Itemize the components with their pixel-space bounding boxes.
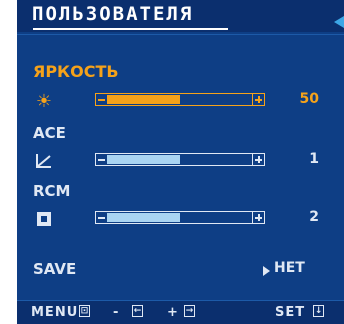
ace-curve-icon bbox=[33, 150, 55, 172]
plus-label: + bbox=[167, 305, 179, 320]
play-arrow-icon bbox=[263, 266, 270, 276]
rcm-square-icon bbox=[33, 208, 55, 230]
brightness-slider[interactable] bbox=[95, 93, 265, 109]
slider-increase-icon[interactable] bbox=[252, 211, 265, 224]
page-title: ПОЛЬЗОВАТЕЛЯ bbox=[32, 3, 194, 25]
rcm-value: 2 bbox=[309, 209, 319, 225]
ace-value: 1 bbox=[309, 151, 319, 167]
ace-label[interactable]: ACE bbox=[33, 124, 66, 142]
sun-icon: ☀ bbox=[35, 90, 53, 112]
slider-track[interactable] bbox=[107, 93, 253, 106]
brightness-label[interactable]: ЯРКОСТЬ bbox=[33, 62, 119, 81]
ace-slider[interactable] bbox=[95, 153, 265, 169]
save-value[interactable]: НЕТ bbox=[274, 260, 305, 276]
brightness-value: 50 bbox=[299, 91, 319, 107]
rcm-slider[interactable] bbox=[95, 211, 265, 227]
slider-track[interactable] bbox=[107, 153, 253, 166]
set-label: SET bbox=[275, 305, 306, 320]
rcm-label[interactable]: RCM bbox=[33, 182, 71, 200]
ace-curve-glyph bbox=[36, 154, 51, 168]
tab-arrow-icon bbox=[334, 16, 344, 28]
slider-increase-icon[interactable] bbox=[252, 153, 265, 166]
osd-menu: ПОЛЬЗОВАТЕЛЯ ЯРКОСТЬ ☀ 50 ACE 1 RCM 2 SA… bbox=[17, 0, 344, 324]
slider-fill bbox=[107, 95, 180, 104]
slider-increase-icon[interactable] bbox=[252, 93, 265, 106]
menu-button-icon[interactable]: ⊡ bbox=[79, 305, 90, 317]
slider-fill bbox=[107, 155, 180, 164]
title-underline bbox=[33, 28, 228, 30]
right-arrow-button-icon[interactable]: → bbox=[184, 305, 195, 317]
slider-track[interactable] bbox=[107, 211, 253, 224]
rcm-square-glyph bbox=[37, 212, 51, 226]
minus-label: - bbox=[113, 305, 120, 320]
left-arrow-button-icon[interactable]: ← bbox=[132, 305, 143, 317]
slider-fill bbox=[107, 213, 180, 222]
menu-label: MENU bbox=[31, 305, 79, 320]
divider bbox=[17, 34, 344, 35]
title-bar: ПОЛЬЗОВАТЕЛЯ bbox=[17, 0, 344, 32]
set-button-icon[interactable]: ↓ bbox=[313, 305, 324, 317]
save-label[interactable]: SAVE bbox=[33, 260, 76, 278]
